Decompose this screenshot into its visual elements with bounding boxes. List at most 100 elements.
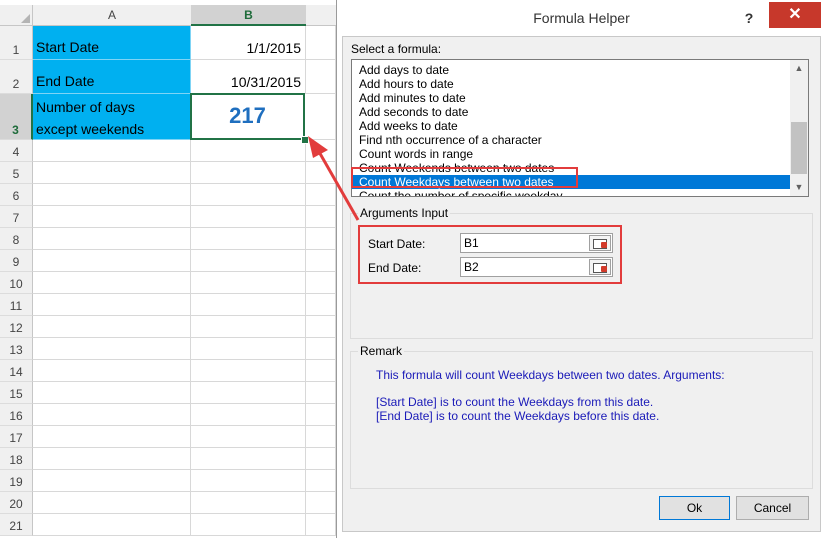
cell-a12[interactable] <box>33 316 191 338</box>
cancel-button[interactable]: Cancel <box>736 496 809 520</box>
formula-list-item[interactable]: Count the number of specific weekday <box>352 189 790 196</box>
cell-a4[interactable] <box>33 140 191 162</box>
formula-list-item[interactable]: Count words in range <box>352 147 790 161</box>
scroll-down-icon[interactable]: ▼ <box>790 179 808 196</box>
ok-button[interactable]: Ok <box>659 496 730 520</box>
row-header-4[interactable]: 4 <box>0 140 33 162</box>
fill-handle[interactable] <box>301 136 309 144</box>
row-header-3[interactable]: 3 <box>0 94 33 140</box>
cell-a7[interactable] <box>33 206 191 228</box>
cell-b7[interactable] <box>191 206 306 228</box>
cell-c13[interactable] <box>306 338 336 360</box>
cell-c4[interactable] <box>306 140 336 162</box>
cell-c2[interactable] <box>306 60 336 94</box>
cell-b10[interactable] <box>191 272 306 294</box>
formula-list-item[interactable]: Add weeks to date <box>352 119 790 133</box>
row-header-5[interactable]: 5 <box>0 162 33 184</box>
cell-a21[interactable] <box>33 514 191 536</box>
cell-c16[interactable] <box>306 404 336 426</box>
cell-a9[interactable] <box>33 250 191 272</box>
cell-a6[interactable] <box>33 184 191 206</box>
cell-b6[interactable] <box>191 184 306 206</box>
column-header-a[interactable]: A <box>33 5 191 26</box>
row-header-8[interactable]: 8 <box>0 228 33 250</box>
cell-a1[interactable]: Start Date <box>33 26 191 60</box>
cell-a13[interactable] <box>33 338 191 360</box>
row-header-10[interactable]: 10 <box>0 272 33 294</box>
row-header-20[interactable]: 20 <box>0 492 33 514</box>
scroll-up-icon[interactable]: ▲ <box>790 60 808 77</box>
cell-c15[interactable] <box>306 382 336 404</box>
row-header-1[interactable]: 1 <box>0 26 33 60</box>
row-header-11[interactable]: 11 <box>0 294 33 316</box>
cell-b11[interactable] <box>191 294 306 316</box>
row-header-18[interactable]: 18 <box>0 448 33 470</box>
cell-a18[interactable] <box>33 448 191 470</box>
cell-b3-active[interactable]: 217 <box>190 93 305 140</box>
formula-list-item[interactable]: Add hours to date <box>352 77 790 91</box>
cell-b8[interactable] <box>191 228 306 250</box>
cell-c11[interactable] <box>306 294 336 316</box>
cell-c20[interactable] <box>306 492 336 514</box>
cell-b15[interactable] <box>191 382 306 404</box>
cell-a2[interactable]: End Date <box>33 60 191 94</box>
cell-a16[interactable] <box>33 404 191 426</box>
column-header-b[interactable]: B <box>191 5 306 26</box>
formula-list-item[interactable]: Add seconds to date <box>352 105 790 119</box>
cell-a8[interactable] <box>33 228 191 250</box>
row-header-6[interactable]: 6 <box>0 184 33 206</box>
cell-c3[interactable] <box>306 94 336 140</box>
cell-b1[interactable]: 1/1/2015 <box>191 26 306 60</box>
cell-a19[interactable] <box>33 470 191 492</box>
row-header-9[interactable]: 9 <box>0 250 33 272</box>
cell-b4[interactable] <box>191 140 306 162</box>
formula-list-item[interactable]: Add days to date <box>352 63 790 77</box>
row-header-7[interactable]: 7 <box>0 206 33 228</box>
cell-b21[interactable] <box>191 514 306 536</box>
help-button[interactable]: ? <box>739 8 759 28</box>
formula-list-item[interactable]: Find nth occurrence of a character <box>352 133 790 147</box>
cell-b13[interactable] <box>191 338 306 360</box>
cell-b18[interactable] <box>191 448 306 470</box>
dialog-titlebar[interactable]: Formula Helper ? ✕ <box>337 0 826 36</box>
row-header-19[interactable]: 19 <box>0 470 33 492</box>
cell-c5[interactable] <box>306 162 336 184</box>
cell-a14[interactable] <box>33 360 191 382</box>
close-button[interactable]: ✕ <box>769 2 821 28</box>
cell-c1[interactable] <box>306 26 336 60</box>
row-header-2[interactable]: 2 <box>0 60 33 94</box>
cell-b9[interactable] <box>191 250 306 272</box>
cell-b12[interactable] <box>191 316 306 338</box>
cell-c7[interactable] <box>306 206 336 228</box>
row-header-13[interactable]: 13 <box>0 338 33 360</box>
cell-a11[interactable] <box>33 294 191 316</box>
cell-a15[interactable] <box>33 382 191 404</box>
row-header-21[interactable]: 21 <box>0 514 33 536</box>
column-header-c[interactable] <box>306 5 336 26</box>
cell-a5[interactable] <box>33 162 191 184</box>
cell-b2[interactable]: 10/31/2015 <box>191 60 306 94</box>
formula-list-item[interactable]: Add minutes to date <box>352 91 790 105</box>
row-header-12[interactable]: 12 <box>0 316 33 338</box>
cell-c9[interactable] <box>306 250 336 272</box>
cell-a3[interactable]: Number of days except weekends <box>33 94 191 140</box>
cell-b16[interactable] <box>191 404 306 426</box>
cell-c12[interactable] <box>306 316 336 338</box>
row-header-14[interactable]: 14 <box>0 360 33 382</box>
cell-c21[interactable] <box>306 514 336 536</box>
cell-c17[interactable] <box>306 426 336 448</box>
cell-b20[interactable] <box>191 492 306 514</box>
cell-a20[interactable] <box>33 492 191 514</box>
cell-b17[interactable] <box>191 426 306 448</box>
cell-b5[interactable] <box>191 162 306 184</box>
cell-c10[interactable] <box>306 272 336 294</box>
cell-a10[interactable] <box>33 272 191 294</box>
cell-c18[interactable] <box>306 448 336 470</box>
select-all-corner[interactable] <box>0 5 33 26</box>
row-header-15[interactable]: 15 <box>0 382 33 404</box>
row-header-16[interactable]: 16 <box>0 404 33 426</box>
cell-b19[interactable] <box>191 470 306 492</box>
formula-list-scrollbar[interactable]: ▲ ▼ <box>790 60 808 196</box>
cell-b14[interactable] <box>191 360 306 382</box>
cell-c19[interactable] <box>306 470 336 492</box>
